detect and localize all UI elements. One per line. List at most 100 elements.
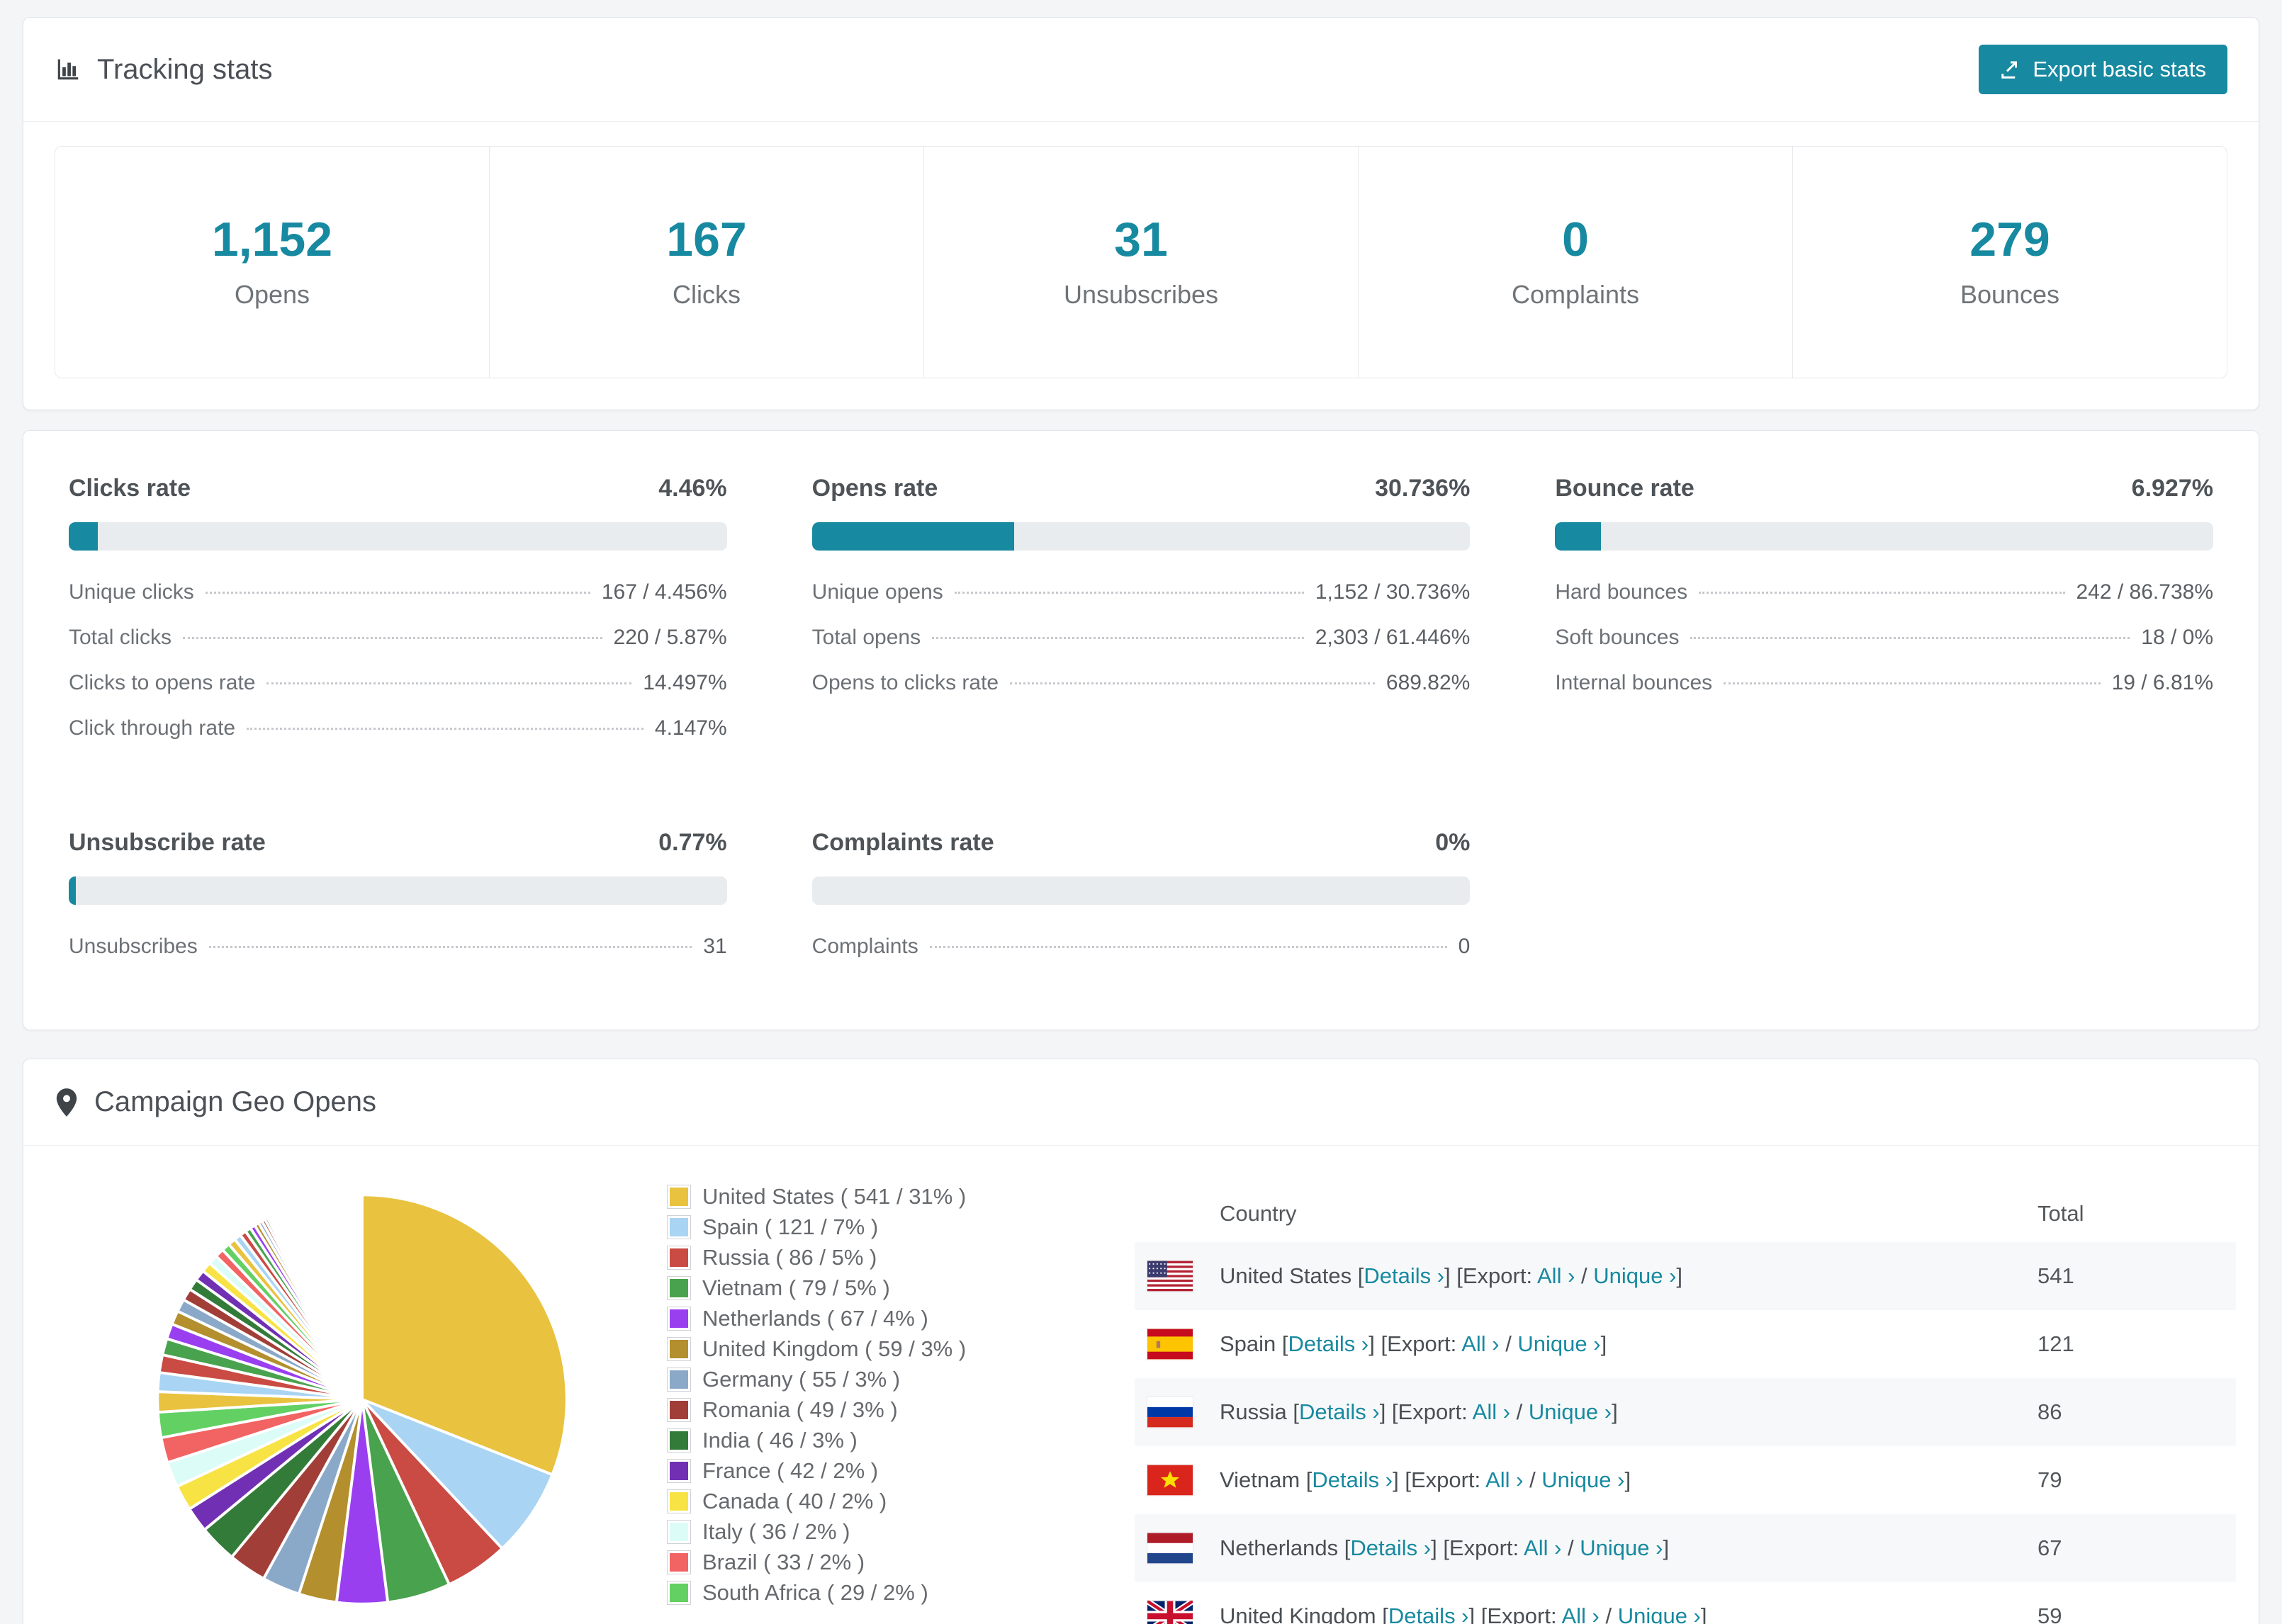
- country-name: Netherlands: [1220, 1535, 1339, 1560]
- rate-section-head: Complaints rate 0%: [812, 829, 1471, 857]
- details-link[interactable]: Details ›: [1299, 1399, 1380, 1424]
- stat-label: Opens: [234, 280, 310, 309]
- rate-rows: Hard bounces 242 / 86.738% Soft bounces …: [1555, 580, 2213, 695]
- legend-item: Italy ( 36 / 2% ): [667, 1516, 1078, 1547]
- country-total: 59: [2038, 1603, 2062, 1624]
- dotted-leader: [1699, 592, 2065, 594]
- rate-progress-fill: [69, 876, 76, 905]
- dotted-leader: [929, 946, 1447, 948]
- country-flag: [1135, 1464, 1220, 1496]
- rate-stat-label: Total clicks: [69, 626, 172, 649]
- country-name: United Kingdom: [1220, 1603, 1376, 1624]
- legend-item: Russia ( 86 / 5% ): [667, 1242, 1078, 1273]
- details-link[interactable]: Details ›: [1288, 1331, 1369, 1356]
- rate-progress-track: [69, 522, 727, 551]
- rate-stat-value: 18 / 0%: [2141, 626, 2213, 649]
- legend-swatch: [667, 1306, 691, 1331]
- legend-item: India ( 46 / 3% ): [667, 1425, 1078, 1455]
- rate-stat-value: 167 / 4.456%: [601, 580, 727, 604]
- details-link[interactable]: Details ›: [1388, 1603, 1469, 1624]
- legend-swatch: [667, 1489, 691, 1513]
- legend-label: Russia ( 86 / 5% ): [702, 1244, 877, 1270]
- rate-stat-value: 689.82%: [1386, 671, 1471, 694]
- country-total: 121: [2038, 1331, 2074, 1356]
- country-cell: Spain [Details ›] [Export: All › / Uniqu…: [1220, 1331, 1607, 1356]
- export-unique-link[interactable]: Unique ›: [1580, 1535, 1663, 1560]
- details-link[interactable]: Details ›: [1312, 1467, 1393, 1492]
- country-cell: Netherlands [Details ›] [Export: All › /…: [1220, 1535, 1670, 1560]
- export-unique-link[interactable]: Unique ›: [1593, 1263, 1676, 1288]
- rate-stat-label: Click through rate: [69, 716, 236, 740]
- legend-swatch: [667, 1336, 691, 1361]
- export-unique-link[interactable]: Unique ›: [1618, 1603, 1701, 1624]
- export-all-link[interactable]: All ›: [1485, 1467, 1523, 1492]
- rate-section-value: 0%: [1435, 829, 1471, 856]
- country-total: 67: [2038, 1535, 2062, 1560]
- rate-section-value: 4.46%: [658, 475, 727, 502]
- bar-chart-icon: [57, 59, 79, 80]
- rate-stat-value: 2,303 / 61.446%: [1315, 626, 1471, 649]
- legend-item: United Kingdom ( 59 / 3% ): [667, 1333, 1078, 1364]
- export-all-link[interactable]: All ›: [1461, 1331, 1499, 1356]
- rate-stat-value: 4.147%: [654, 716, 727, 740]
- legend-label: Germany ( 55 / 3% ): [702, 1366, 901, 1392]
- rate-stat-value: 0: [1458, 935, 1471, 958]
- details-link[interactable]: Details ›: [1350, 1535, 1431, 1560]
- legend-label: Canada ( 40 / 2% ): [702, 1488, 887, 1513]
- summary-stat: 31 Unsubscribes: [924, 147, 1359, 378]
- dotted-leader: [208, 946, 692, 948]
- rate-section: Unsubscribe rate 0.77% Unsubscribes 31: [69, 829, 727, 980]
- rate-section-value: 30.736%: [1375, 475, 1471, 502]
- rate-progress-track: [1555, 522, 2213, 551]
- export-all-link[interactable]: All ›: [1561, 1603, 1599, 1624]
- rate-stat-label: Internal bounces: [1555, 671, 1713, 694]
- pie-legend: United States ( 541 / 31% ) Spain ( 121 …: [667, 1181, 1078, 1608]
- legend-swatch: [667, 1397, 691, 1422]
- geo-table-row: United Kingdom [Details ›] [Export: All …: [1135, 1582, 2236, 1624]
- legend-swatch: [667, 1245, 691, 1270]
- geo-table-row: Spain [Details ›] [Export: All › / Uniqu…: [1135, 1310, 2236, 1378]
- rate-section-title: Clicks rate: [69, 475, 191, 502]
- rate-section-title: Complaints rate: [811, 829, 994, 856]
- geo-table-row: Russia [Details ›] [Export: All › / Uniq…: [1135, 1378, 2236, 1446]
- summary-stat: 1,152 Opens: [55, 147, 490, 378]
- rate-section-head: Bounce rate 6.927%: [1555, 475, 2213, 502]
- dotted-leader: [205, 592, 590, 594]
- country-flag: [1135, 1600, 1220, 1624]
- export-all-link[interactable]: All ›: [1473, 1399, 1510, 1424]
- rate-stat-label: Hard bounces: [1555, 580, 1688, 604]
- rate-stat-row: Clicks to opens rate 14.497%: [69, 671, 727, 695]
- legend-item: United States ( 541 / 31% ): [667, 1181, 1078, 1212]
- dotted-leader: [932, 637, 1304, 639]
- rate-stat-label: Total opens: [811, 626, 921, 649]
- export-unique-link[interactable]: Unique ›: [1529, 1399, 1612, 1424]
- export-unique-link[interactable]: Unique ›: [1541, 1467, 1624, 1492]
- export-unique-link[interactable]: Unique ›: [1517, 1331, 1600, 1356]
- country-flag: [1135, 1260, 1220, 1292]
- export-all-link[interactable]: All ›: [1537, 1263, 1575, 1288]
- legend-label: France ( 42 / 2% ): [702, 1457, 879, 1483]
- geo-table-row: United States [Details ›] [Export: All ›…: [1135, 1242, 2236, 1310]
- rate-stat-row: Complaints 0: [812, 935, 1471, 959]
- legend-label: Spain ( 121 / 7% ): [702, 1214, 879, 1239]
- rate-progress-fill: [811, 522, 1015, 551]
- stat-label: Bounces: [1960, 280, 2060, 309]
- legend-label: United Kingdom ( 59 / 3% ): [702, 1336, 967, 1361]
- dotted-leader: [266, 682, 632, 684]
- details-link[interactable]: Details ›: [1364, 1263, 1444, 1288]
- stat-label: Unsubscribes: [1063, 280, 1219, 309]
- summary-stats-panel: 1,152 Opens 167 Clicks 31 Unsubscribes 0…: [55, 146, 2227, 378]
- tracking-stats-title: Tracking stats: [97, 53, 273, 85]
- legend-swatch: [667, 1550, 691, 1574]
- rate-stat-value: 220 / 5.87%: [613, 626, 727, 649]
- rate-rows: Unique opens 1,152 / 30.736% Total opens…: [812, 580, 1471, 695]
- export-all-link[interactable]: All ›: [1524, 1535, 1561, 1560]
- geo-table-row: Vietnam [Details ›] [Export: All › / Uni…: [1135, 1446, 2236, 1514]
- rate-stat-value: 242 / 86.738%: [2076, 580, 2214, 604]
- export-basic-stats-button[interactable]: Export basic stats: [1979, 45, 2227, 94]
- rate-stat-label: Unique opens: [811, 580, 943, 604]
- rate-stat-label: Unique clicks: [69, 580, 194, 604]
- stat-label: Clicks: [673, 280, 741, 309]
- rate-progress-fill: [69, 522, 99, 551]
- stat-value: 1,152: [211, 213, 333, 266]
